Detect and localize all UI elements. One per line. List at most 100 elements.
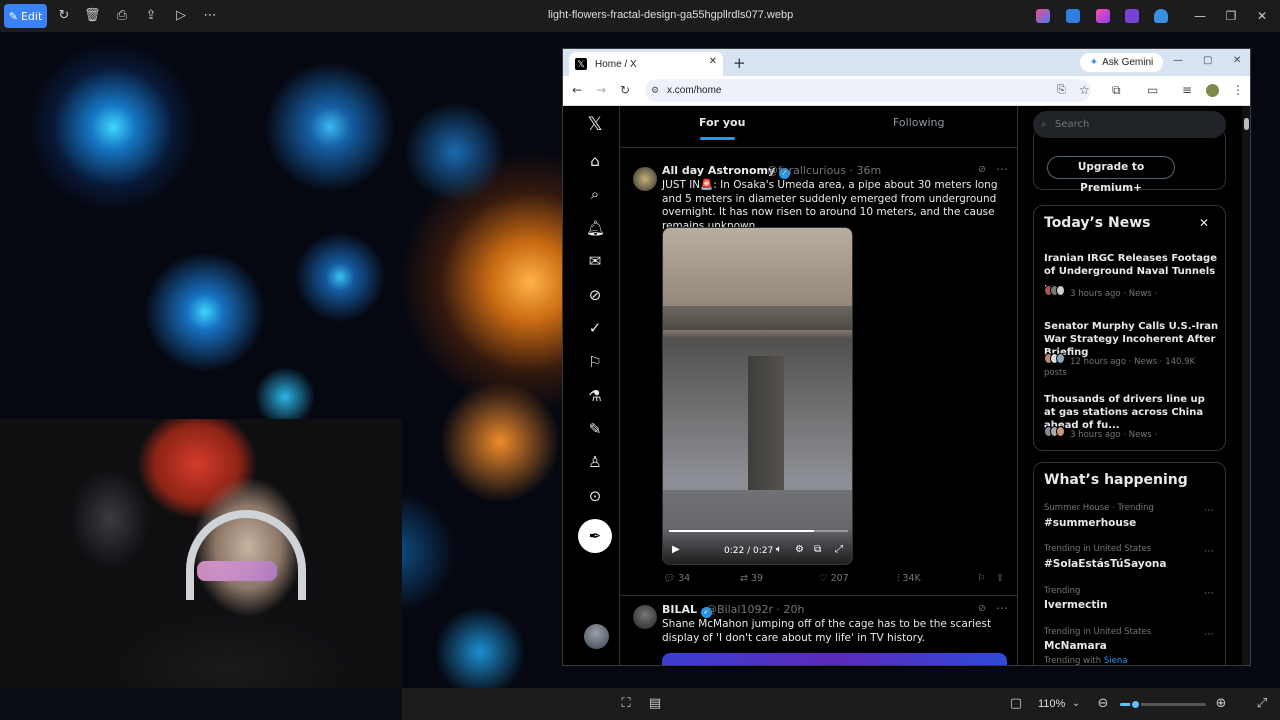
trend-extra-link[interactable]: Siena	[1104, 656, 1128, 665]
close-news-icon[interactable]: ✕	[1199, 216, 1209, 230]
zoom-slider[interactable]	[1120, 699, 1206, 710]
trend-meta: Trending in United States	[1044, 627, 1152, 637]
premium-icon[interactable]: ✓	[586, 319, 604, 337]
bookmark-star-icon[interactable]: ☆	[1079, 83, 1090, 97]
share-tweet-icon[interactable]: ⇪	[996, 573, 1004, 584]
profile-avatar[interactable]	[1206, 84, 1219, 97]
back-icon[interactable]: ←	[572, 83, 582, 97]
site-info-icon[interactable]: ⚙	[651, 79, 659, 102]
repost-button[interactable]: ⇄ 39	[740, 573, 763, 584]
home-icon[interactable]: ⌂	[586, 152, 604, 170]
tab-for-you[interactable]: For you	[699, 116, 745, 129]
page-scrollbar[interactable]	[1242, 106, 1250, 665]
trend-name: #summerhouse	[1044, 517, 1137, 529]
minimize-icon[interactable]: —	[1192, 8, 1208, 24]
tweet-author-name: All day Astronomy	[662, 164, 776, 177]
views-button[interactable]: ⫶ 34K	[897, 573, 921, 584]
close-icon[interactable]: ✕	[1254, 8, 1270, 24]
browser-tab[interactable]: 𝕏 Home / X ✕	[569, 52, 723, 76]
fullscreen-icon[interactable]: ⤢	[1254, 696, 1270, 712]
news-meta: 3 hours ago · News ·	[1070, 430, 1158, 440]
zoom-in-icon[interactable]: ⊕	[1213, 696, 1229, 712]
actual-size-icon[interactable]: ▢	[1008, 696, 1024, 712]
tweet-handle[interactable]: @Bilal1092r · 20h	[706, 603, 804, 616]
like-button[interactable]: ♡ 207	[819, 573, 849, 584]
slideshow-icon[interactable]: ▷	[173, 8, 189, 24]
forward-icon[interactable]: →	[596, 83, 606, 97]
delete-icon[interactable]: 🗑	[84, 8, 101, 24]
tweet-author[interactable]: BILAL ✓	[662, 603, 712, 618]
more-options-icon[interactable]: ⊙	[586, 487, 604, 505]
menu-icon[interactable]: ⋮	[1232, 83, 1244, 97]
x-logo-icon[interactable]: 𝕏	[586, 115, 604, 134]
zoom-out-icon[interactable]: ⊖	[1095, 696, 1111, 712]
tweet-handle[interactable]: @forallcurious · 36m	[767, 164, 881, 177]
grok-explain-icon[interactable]: ⊘	[978, 164, 986, 175]
profile-icon[interactable]: ♙	[586, 453, 604, 471]
clipchamp-icon[interactable]	[1125, 9, 1139, 23]
search-icon[interactable]: ⌕	[586, 185, 604, 203]
tab-following[interactable]: Following	[893, 116, 945, 129]
rotate-icon[interactable]: ↻	[56, 8, 72, 24]
paint-icon[interactable]	[1066, 9, 1080, 23]
share-icon[interactable]: ⇪	[143, 8, 159, 24]
zoom-level[interactable]: 110%	[1038, 698, 1065, 710]
tab-close-icon[interactable]: ✕	[709, 56, 717, 67]
browser-minimize-icon[interactable]: —	[1173, 55, 1183, 66]
browser-maximize-icon[interactable]: ▢	[1203, 55, 1212, 66]
bookmarks-icon[interactable]: ⚐	[586, 353, 604, 371]
search-input[interactable]: ⌕ Search	[1033, 111, 1226, 138]
tweet-more-icon[interactable]: ⋯	[996, 601, 1008, 615]
new-tab-icon[interactable]: +	[733, 54, 746, 72]
play-icon[interactable]: ▶	[672, 544, 680, 555]
video-progress[interactable]	[669, 530, 848, 532]
reply-button[interactable]: 💬︎ 34	[663, 573, 690, 584]
post-button[interactable]: ✒	[578, 519, 612, 553]
whats-happening-card: What’s happening Summer House · Trending…	[1033, 462, 1226, 665]
video-settings-icon[interactable]: ⚙	[795, 544, 804, 555]
trend-more-icon[interactable]: ⋯	[1204, 588, 1214, 599]
zoom-slider-thumb[interactable]	[1130, 699, 1142, 710]
extensions-icon[interactable]: ⧉	[1112, 83, 1121, 98]
video-progress-fill	[669, 530, 814, 532]
bookmark-icon[interactable]: ⚐	[977, 573, 986, 584]
trend-more-icon[interactable]: ⋯	[1204, 629, 1214, 640]
account-avatar[interactable]	[584, 624, 609, 649]
jobs-icon[interactable]: ⚗	[586, 387, 604, 405]
tweet-more-icon[interactable]: ⋯	[996, 162, 1008, 176]
repost-icon: ⇄	[740, 573, 748, 584]
pip-icon[interactable]: ⧉	[814, 544, 821, 555]
video-fullscreen-icon[interactable]: ⤢	[835, 544, 843, 555]
ask-gemini-button[interactable]: ✦ Ask Gemini	[1080, 53, 1163, 72]
designer-icon[interactable]	[1096, 9, 1110, 23]
cast-icon[interactable]: ▭	[1147, 83, 1158, 97]
scrollbar-thumb[interactable]	[1244, 118, 1249, 130]
reload-icon[interactable]: ↻	[620, 83, 630, 97]
url-field[interactable]: ⚙ x.com/home	[645, 79, 1091, 102]
tweet-avatar[interactable]	[633, 605, 657, 629]
text-recognition-icon[interactable]: ▤	[647, 696, 663, 712]
chevron-down-icon[interactable]: ⌄	[1068, 696, 1084, 712]
grok-icon[interactable]: ⊘	[586, 286, 604, 304]
fit-screen-icon[interactable]: ⛶	[618, 696, 634, 712]
tweet-image[interactable]	[662, 653, 1007, 665]
messages-icon[interactable]: ✉	[586, 252, 604, 270]
tweet-video[interactable]: ▶ 0:22 / 0:27 🔈︎ ⚙ ⧉ ⤢	[662, 227, 853, 565]
trend-more-icon[interactable]: ⋯	[1204, 505, 1214, 516]
volume-icon[interactable]: 🔈︎	[776, 544, 782, 555]
maximize-icon[interactable]: ❐	[1223, 8, 1239, 24]
playlist-icon[interactable]: ≡	[1182, 83, 1192, 97]
upgrade-premium-button[interactable]: Upgrade to Premium+	[1047, 156, 1175, 194]
print-icon[interactable]: ⎙	[114, 8, 130, 24]
trend-more-icon[interactable]: ⋯	[1204, 546, 1214, 557]
grok-explain-icon[interactable]: ⊘	[978, 603, 986, 614]
articles-icon[interactable]: ✎	[586, 420, 604, 438]
install-app-icon[interactable]: ⎘	[1057, 83, 1066, 97]
browser-close-icon[interactable]: ✕	[1233, 55, 1241, 66]
onedrive-icon[interactable]	[1154, 9, 1168, 23]
more-icon[interactable]: ⋯	[202, 8, 218, 24]
edit-button[interactable]: ✎ Edit	[4, 4, 47, 28]
tweet-avatar[interactable]	[633, 167, 657, 191]
copilot-icon[interactable]	[1036, 9, 1050, 23]
notifications-icon[interactable]: 🔔︎	[586, 219, 605, 237]
